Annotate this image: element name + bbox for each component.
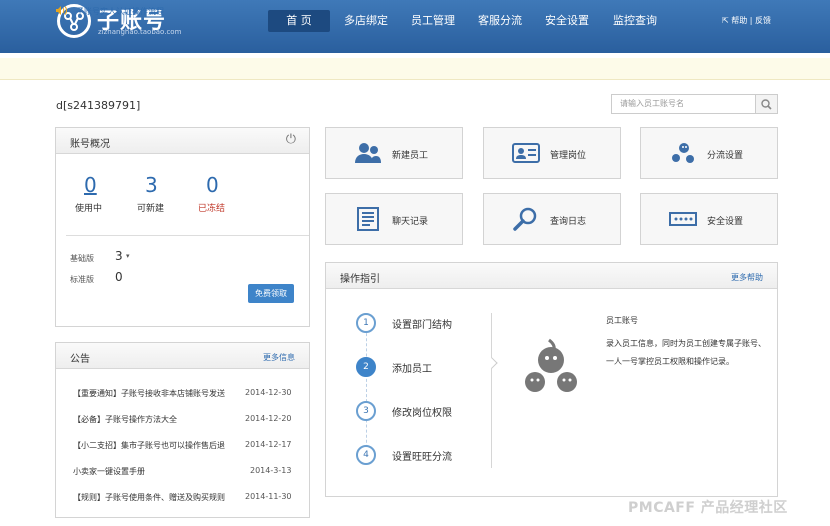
stat-frozen-label: 已冻结 bbox=[198, 204, 226, 214]
step-number: 1 bbox=[356, 313, 376, 333]
panel-title: 操作指引 bbox=[340, 274, 380, 285]
add-employee-icon bbox=[354, 141, 382, 165]
divider bbox=[66, 235, 309, 236]
tile-chat-record[interactable]: 聊天记录 bbox=[325, 193, 463, 245]
announcement-date: 2014-11-30 bbox=[245, 492, 292, 501]
chat-record-icon bbox=[354, 207, 382, 231]
guide-panel: 操作指引 更多帮助 1 设置部门结构 2 添加员工 3 修改岗位权限 4 设置旺… bbox=[325, 262, 778, 497]
routing-settings-icon bbox=[669, 141, 697, 165]
chevron-down-icon[interactable]: ▾ bbox=[126, 252, 130, 260]
tile-label: 安全设置 bbox=[707, 217, 744, 227]
panel-title: 账号概况 bbox=[70, 139, 110, 150]
nav-employee-management[interactable]: 员工管理 bbox=[403, 10, 463, 32]
plan-standard-label: 标准版 bbox=[70, 275, 94, 284]
step-number: 4 bbox=[356, 445, 376, 465]
plan-basic-count[interactable]: 3 bbox=[115, 249, 123, 263]
search-icon bbox=[761, 99, 772, 110]
tile-label: 管理岗位 bbox=[550, 151, 587, 161]
nav-home[interactable]: 首 页 bbox=[268, 10, 330, 32]
step-label[interactable]: 修改岗位权限 bbox=[392, 404, 452, 419]
search-button[interactable] bbox=[755, 94, 778, 114]
stat-in-use-value[interactable]: 0 bbox=[84, 173, 97, 197]
help-link[interactable]: 帮助 bbox=[731, 16, 747, 25]
search-input[interactable]: 请输入员工账号名 bbox=[611, 94, 756, 114]
announcement-date: 2014-12-17 bbox=[245, 440, 292, 449]
step-number: 3 bbox=[356, 401, 376, 421]
step-connector bbox=[366, 323, 367, 458]
announcement-title[interactable]: 【规则】子账号使用条件、赠送及购买规则 bbox=[73, 492, 225, 503]
security-settings-icon bbox=[669, 207, 697, 231]
external-link-icon: ⇱ bbox=[722, 16, 729, 25]
nav-multi-store[interactable]: 多店绑定 bbox=[336, 10, 396, 32]
announcement-panel: 公告 更多信息 【重要通知】子账号接收非本店铺账号发送 2014-12-30 【… bbox=[55, 342, 310, 518]
announcement-title[interactable]: 小卖家一键设置手册 bbox=[73, 466, 145, 477]
stat-frozen-value: 0 bbox=[206, 173, 219, 197]
stat-available-value: 3 bbox=[145, 173, 158, 197]
step-label[interactable]: 设置旺旺分流 bbox=[392, 448, 452, 463]
panel-header: 公告 更多信息 bbox=[56, 343, 309, 369]
stat-available-label: 可新建 bbox=[137, 204, 165, 214]
wangwang-group-icon bbox=[521, 338, 581, 401]
tile-label: 聊天记录 bbox=[392, 217, 429, 227]
account-name: d[s241389791] bbox=[56, 99, 141, 112]
power-icon[interactable]: ⏻ bbox=[286, 132, 296, 147]
manage-position-icon bbox=[512, 141, 540, 165]
panel-title: 公告 bbox=[70, 354, 90, 365]
tile-label: 分流设置 bbox=[707, 151, 744, 161]
plan-standard-count: 0 bbox=[115, 270, 123, 284]
plan-basic-label: 基础版 bbox=[70, 254, 94, 263]
tile-routing-settings[interactable]: 分流设置 bbox=[640, 127, 778, 179]
announcement-title[interactable]: 【小二支招】集市子账号也可以操作售后退 bbox=[73, 440, 225, 451]
step-number: 2 bbox=[356, 357, 376, 377]
divider bbox=[491, 313, 492, 468]
tile-security-settings[interactable]: 安全设置 bbox=[640, 193, 778, 245]
panel-header: 操作指引 更多帮助 bbox=[326, 263, 777, 289]
pointer-arrow bbox=[486, 357, 498, 369]
separator: | bbox=[749, 16, 753, 25]
stat-in-use-label: 使用中 bbox=[75, 204, 103, 214]
nav-customer-routing[interactable]: 客服分流 bbox=[470, 10, 530, 32]
watermark: PMCAFF 产品经理社区 bbox=[628, 500, 788, 516]
announcement-date: 2014-3-13 bbox=[250, 466, 292, 475]
more-help-link[interactable]: 更多帮助 bbox=[731, 272, 763, 283]
tile-add-employee[interactable]: 新建员工 bbox=[325, 127, 463, 179]
speaker-icon bbox=[55, 5, 67, 19]
search-log-icon bbox=[512, 207, 540, 231]
nav-monitoring[interactable]: 监控查询 bbox=[604, 10, 666, 32]
panel-header: 账号概况 ⏻ bbox=[56, 128, 309, 154]
tile-label: 查询日志 bbox=[550, 217, 587, 227]
tile-manage-position[interactable]: 管理岗位 bbox=[483, 127, 621, 179]
notice-bar bbox=[0, 58, 830, 80]
free-claim-button[interactable]: 免费领取 bbox=[248, 284, 294, 303]
nav-security-settings[interactable]: 安全设置 bbox=[537, 10, 597, 32]
guide-role-title: 员工账号 bbox=[606, 316, 638, 325]
logo-subtitle: zizhanghao.taobao.com bbox=[98, 28, 182, 36]
step-label[interactable]: 添加员工 bbox=[392, 360, 432, 375]
announcement-date: 2014-12-20 bbox=[245, 414, 292, 423]
account-overview-panel: 账号概况 ⏻ 0 使用中 3 可新建 0 已冻结 基础版 3 ▾ 标准版 0 免… bbox=[55, 127, 310, 327]
notice-link[interactable]: 子账号实人认证操作流程 bbox=[76, 6, 164, 17]
tile-label: 新建员工 bbox=[392, 151, 429, 161]
tile-search-log[interactable]: 查询日志 bbox=[483, 193, 621, 245]
guide-role-description: 录入员工信息，同时为员工创建专属子账号、一人一号掌控员工权限和操作记录。 bbox=[606, 339, 766, 366]
announcement-date: 2014-12-30 bbox=[245, 388, 292, 397]
feedback-link[interactable]: 反馈 bbox=[755, 16, 771, 25]
header-links: ⇱ 帮助 | 反馈 bbox=[722, 15, 771, 26]
announcement-title[interactable]: 【重要通知】子账号接收非本店铺账号发送 bbox=[73, 388, 225, 399]
announcement-title[interactable]: 【必备】子账号操作方法大全 bbox=[73, 414, 177, 425]
more-info-link[interactable]: 更多信息 bbox=[263, 352, 295, 363]
step-label[interactable]: 设置部门结构 bbox=[392, 316, 452, 331]
